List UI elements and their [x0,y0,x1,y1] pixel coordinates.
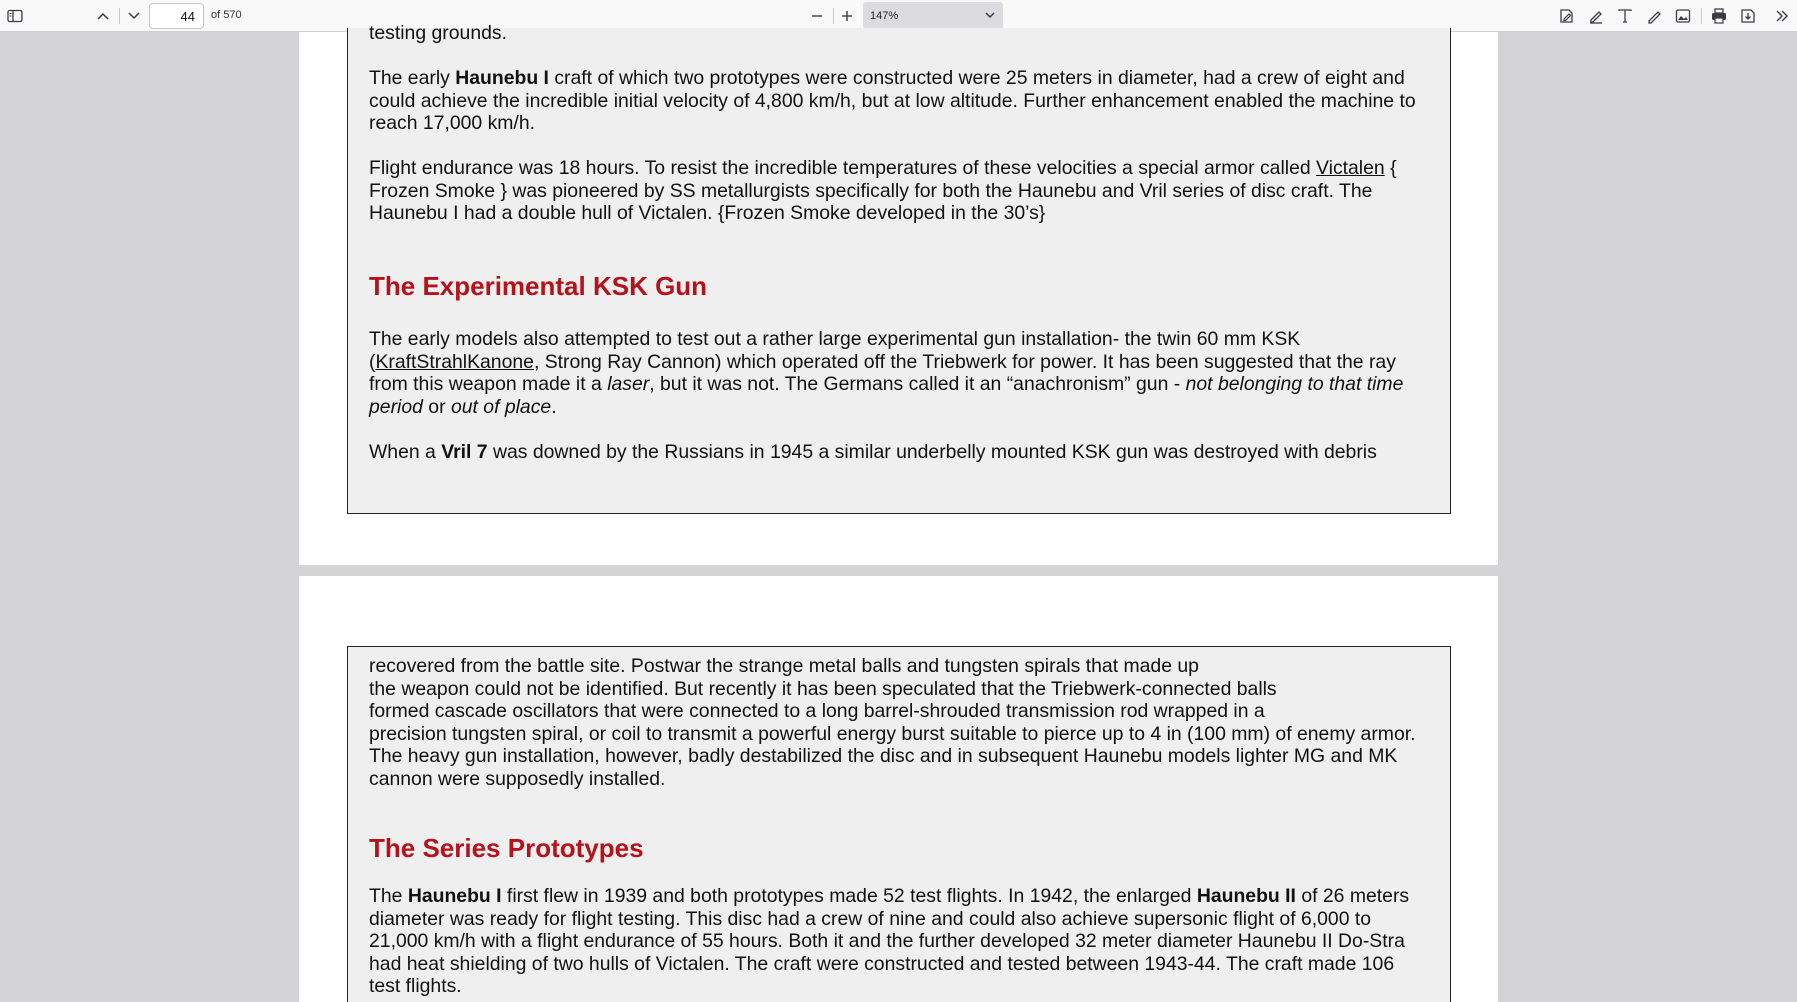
text-line: test flights. [369,975,462,997]
kraftstrahlkanone-link[interactable]: KraftStrahlKanone [375,351,533,373]
text-run: When a [369,441,442,463]
print-icon[interactable] [1707,4,1731,28]
text-line: could achieve the incredible initial vel… [369,89,1416,112]
text-run: The early [369,67,456,89]
text-run: . [551,395,557,418]
text-run: of 26 meters [1295,885,1410,907]
bold-run: Haunebu I [407,885,502,907]
text-run: was downed by the Russians in 1945 a sim… [487,441,1377,463]
text-line: cannon were supposedly installed. [369,767,666,790]
text-line: reach 17,000 km/h. [369,112,535,134]
text-line: When a Vril 7 was downed by the Russians… [369,441,1439,464]
paragraph-ksk-gun: The early models also attempted to test … [369,328,1439,418]
toolbar-separator [1701,8,1702,24]
sidebar-toggle-icon[interactable] [3,4,27,28]
text-run: or [422,395,451,418]
text-run: from this weapon made it a [369,373,608,395]
sign-icon[interactable] [1555,4,1579,28]
text-line: The early Haunebu I craft of which two p… [369,67,1439,90]
text-line: Haunebu I had a double hull of Victalen.… [369,202,1046,224]
page-number-input[interactable] [149,3,204,29]
text-line: The early models also attempted to test … [369,328,1301,350]
text-run: Flight endurance was 18 hours. To resist… [369,157,1317,179]
highlight-icon[interactable] [1584,4,1608,28]
text-line: The Haunebu I first flew in 1939 and bot… [369,885,1439,908]
text-run: craft of which two prototypes were const… [548,67,1405,89]
text-run: first flew in 1939 and both prototypes m… [501,885,1197,907]
paragraph-haunebu-i: The early Haunebu I craft of which two p… [369,67,1439,135]
section-heading-series-prototypes: The Series Prototypes [369,833,644,863]
italic-run: not belonging to that time [1185,373,1404,395]
text-line: recovered from the battle site. Postwar … [369,655,1199,677]
text-icon[interactable] [1613,4,1637,28]
paragraph-vril-7: When a Vril 7 was downed by the Russians… [369,441,1439,464]
text-run: { [1384,157,1397,179]
victalen-link[interactable]: Victalen [1316,157,1385,179]
image-icon[interactable] [1671,4,1695,28]
page-count-label: of 570 [211,9,242,21]
paragraph-series-prototypes: The Haunebu I first flew in 1939 and bot… [369,885,1439,998]
text-line: (KraftStrahlKanone, Strong Ray Cannon) w… [369,351,1439,374]
zoom-value: 147% [870,10,899,22]
text-line: diameter was ready for flight testing. T… [369,907,1372,930]
content-frame: recovered from the battle site. Postwar … [347,646,1451,1002]
text-line: period or out of place. [369,396,1439,419]
text-line: Flight endurance was 18 hours. To resist… [369,157,1439,180]
toolbar-separator [119,8,120,24]
italic-run: laser [607,373,650,395]
bold-run: Vril 7 [441,441,488,463]
more-tools-icon[interactable] [1770,4,1794,28]
italic-run: period [369,395,423,418]
pdf-page-45: recovered from the battle site. Postwar … [299,576,1498,1002]
top-fragment: testing grounds. [369,22,1439,45]
bold-run: Haunebu II [1196,885,1296,907]
text-line: The heavy gun installation, however, bad… [369,745,1398,767]
text-line: 21,000 km/h with a flight endurance of 5… [369,930,1405,952]
text-run: , Strong Ray Cannon) which operated off … [533,350,1396,373]
text-line: Frozen Smoke } was pioneered by SS metal… [369,179,1373,202]
next-page-icon[interactable] [122,4,146,28]
text-line: from this weapon made it a laser, but it… [369,373,1439,396]
section-heading-ksk-gun: The Experimental KSK Gun [369,271,708,301]
paragraph-recovered-debris: recovered from the battle site. Postwar … [369,655,1439,790]
save-icon[interactable] [1736,4,1760,28]
bold-run: Haunebu I [455,67,549,89]
text-line: the weapon could not be identified. But … [369,677,1277,700]
text-run: , but it was not. The Germans called it … [649,373,1186,395]
text-line: formed cascade oscillators that were con… [369,700,1265,722]
pdf-page-44: testing grounds. The early Haunebu I cra… [299,22,1498,565]
previous-page-icon[interactable] [91,4,115,28]
text-run: The [369,885,408,907]
italic-run: out of place [450,395,552,418]
text-line: testing grounds. [369,22,507,44]
paragraph-flight-endurance: Flight endurance was 18 hours. To resist… [369,157,1439,225]
content-frame: testing grounds. The early Haunebu I cra… [347,22,1451,514]
text-line: precision tungsten spiral, or coil to tr… [369,722,1416,745]
text-line: had heat shielding of two hulls of Victa… [369,952,1395,975]
draw-icon[interactable] [1642,4,1666,28]
